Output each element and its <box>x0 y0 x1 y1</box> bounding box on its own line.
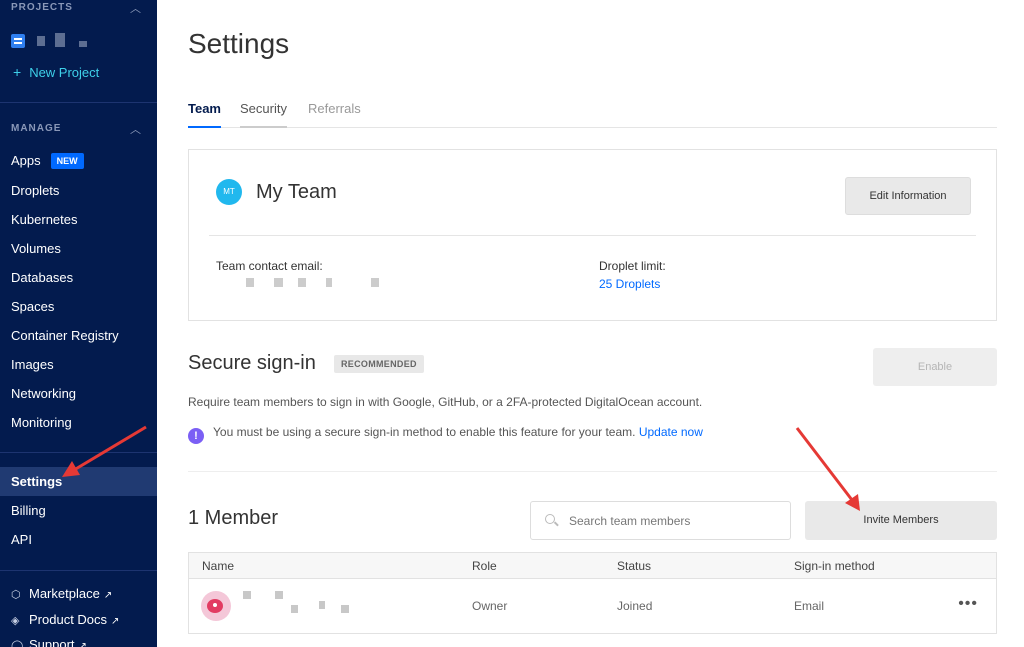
column-status: Status <box>617 559 652 573</box>
redacted-project-name <box>79 41 87 47</box>
search-icon <box>545 514 555 524</box>
plus-icon: + <box>13 64 22 80</box>
external-link-icon: ↗ <box>78 641 87 647</box>
member-signin-method: Email <box>794 599 825 613</box>
edit-information-button[interactable]: Edit Information <box>845 177 971 215</box>
tab-referrals[interactable]: Referrals <box>308 101 361 126</box>
sidebar-item-label: Marketplace <box>29 586 100 601</box>
column-name: Name <box>202 559 235 573</box>
sidebar-item-volumes[interactable]: Volumes <box>11 241 61 256</box>
sidebar-divider <box>0 570 157 571</box>
avatar <box>201 591 231 621</box>
secure-signin-title: Secure sign-in <box>188 352 316 374</box>
new-project-label: New Project <box>29 65 100 80</box>
sidebar-item-billing[interactable]: Billing <box>11 503 46 518</box>
team-name: My Team <box>256 181 337 203</box>
members-table: Name Role Status Sign-in method Owner Jo… <box>188 552 997 634</box>
new-project-link[interactable]: + New Project <box>13 64 99 80</box>
section-divider <box>188 471 997 472</box>
droplet-limit-label: Droplet limit: <box>599 259 666 273</box>
more-options-icon[interactable]: ••• <box>958 595 978 613</box>
sidebar-item-container-registry[interactable]: Container Registry <box>11 328 119 343</box>
team-contact-email-label: Team contact email: <box>216 259 323 273</box>
member-role: Owner <box>472 599 508 613</box>
new-badge: NEW <box>50 153 84 169</box>
sidebar-item-apps[interactable]: Apps NEW <box>11 153 84 169</box>
team-avatar: MT <box>216 179 242 205</box>
external-link-icon: ↗ <box>103 590 113 601</box>
search-team-members[interactable] <box>530 501 791 540</box>
sidebar-item-product-docs[interactable]: ◈ Product Docs ↗ <box>11 612 119 627</box>
table-header: Name Role Status Sign-in method <box>189 553 996 579</box>
column-signin-method: Sign-in method <box>794 559 875 573</box>
redacted-project-name <box>55 33 65 47</box>
projects-heading: PROJECTS <box>11 2 73 13</box>
secure-signin-notice: ! You must be using a secure sign-in meth… <box>188 425 703 444</box>
sidebar-item-label: Product Docs <box>29 612 108 627</box>
sidebar-item-droplets[interactable]: Droplets <box>11 183 59 198</box>
project-icon[interactable] <box>11 34 25 48</box>
card-divider <box>209 235 976 236</box>
collapse-manage-icon[interactable]: ︿ <box>130 121 141 137</box>
sidebar-item-label: Support <box>29 637 75 647</box>
search-input[interactable] <box>569 502 784 539</box>
sidebar-item-networking[interactable]: Networking <box>11 386 76 401</box>
page-title: Settings <box>188 28 290 59</box>
tab-security[interactable]: Security <box>240 101 287 128</box>
sidebar-item-images[interactable]: Images <box>11 357 54 372</box>
sidebar-item-api[interactable]: API <box>11 532 32 547</box>
sidebar-item-kubernetes[interactable]: Kubernetes <box>11 212 78 227</box>
sidebar-divider <box>0 102 157 103</box>
sidebar-item-spaces[interactable]: Spaces <box>11 299 54 314</box>
member-count: 1 Member <box>188 507 279 529</box>
settings-tabs: Team Security Referrals <box>188 98 997 128</box>
cube-icon: ⬡ <box>11 589 21 601</box>
main-content: Settings Team Security Referrals MT My T… <box>157 0 1024 647</box>
tab-team[interactable]: Team <box>188 101 221 128</box>
recommended-badge: RECOMMENDED <box>334 355 424 373</box>
manage-heading: MANAGE <box>11 123 62 134</box>
sidebar-item-settings[interactable]: Settings <box>11 474 62 489</box>
external-link-icon: ↗ <box>111 616 120 627</box>
sidebar-item-label: Apps <box>11 153 41 168</box>
help-icon: ◯ <box>11 640 24 647</box>
redacted-project-name[interactable] <box>37 36 45 46</box>
layers-icon: ◈ <box>11 615 20 627</box>
collapse-projects-icon[interactable]: ︿ <box>130 0 141 16</box>
sidebar-item-monitoring[interactable]: Monitoring <box>11 415 72 430</box>
member-status: Joined <box>617 599 653 613</box>
sidebar-item-support[interactable]: ◯ Support ↗ <box>11 637 87 647</box>
enable-button[interactable]: Enable <box>873 348 997 386</box>
sidebar-item-marketplace[interactable]: ⬡ Marketplace ↗ <box>11 586 112 601</box>
update-now-link[interactable]: Update now <box>639 425 703 439</box>
secure-signin-description: Require team members to sign in with Goo… <box>188 395 703 409</box>
sidebar-item-databases[interactable]: Databases <box>11 270 73 285</box>
invite-members-button[interactable]: Invite Members <box>805 501 997 540</box>
sidebar-divider <box>0 452 157 453</box>
sidebar: PROJECTS ︿ + New Project MANAGE ︿ Apps NEW… <box>0 0 157 647</box>
droplet-limit-link[interactable]: 25 Droplets <box>599 277 660 291</box>
info-icon: ! <box>188 428 204 444</box>
redacted-contact-email <box>216 278 406 296</box>
notice-text: You must be using a secure sign-in metho… <box>213 425 636 439</box>
column-role: Role <box>472 559 497 573</box>
team-info-card: MT My Team Edit Information Team contact… <box>188 149 997 321</box>
